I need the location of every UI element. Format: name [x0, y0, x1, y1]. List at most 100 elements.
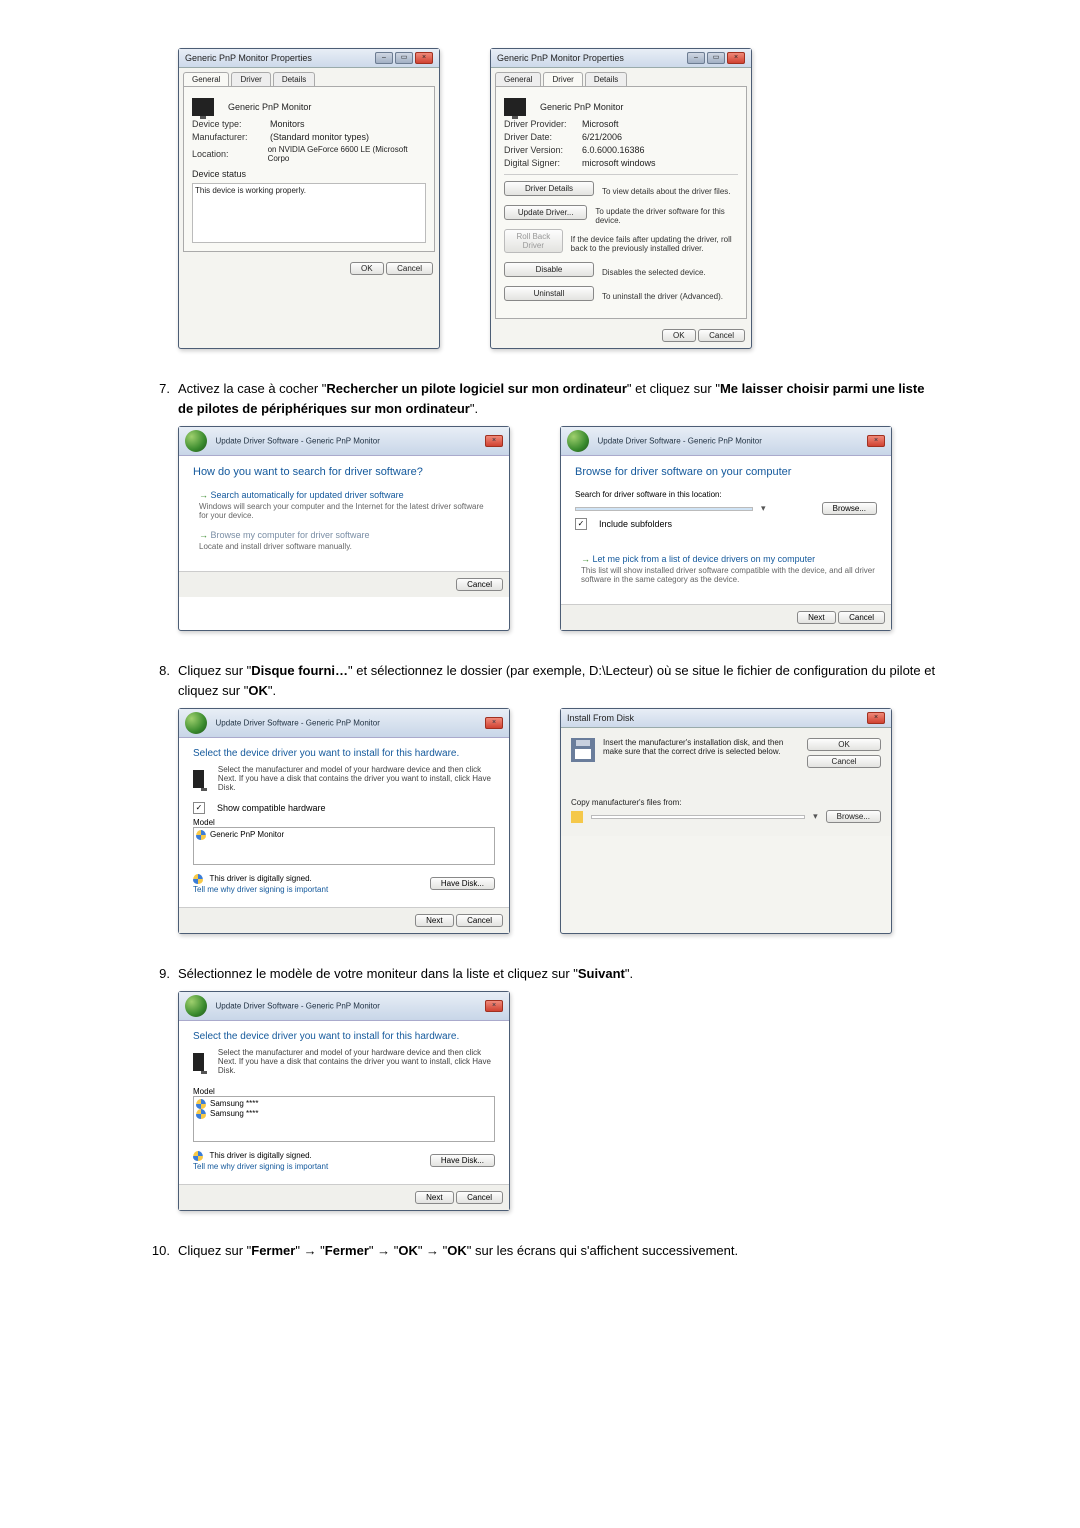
cancel-button[interactable]: Cancel [838, 611, 885, 624]
close-icon[interactable]: × [415, 52, 433, 64]
cancel-button[interactable]: Cancel [456, 914, 503, 927]
update-driver-desc: To update the driver software for this d… [595, 207, 738, 225]
back-icon[interactable] [567, 430, 589, 452]
next-button[interactable]: Next [415, 914, 453, 927]
monitor-icon [193, 770, 204, 788]
driver-version-value: 6.0.6000.16386 [582, 145, 645, 155]
step-text: Cliquez sur "Disque fourni…" et sélectio… [178, 661, 940, 700]
dialog-title: Install From Disk [567, 713, 634, 723]
wizard-title: Update Driver Software - Generic PnP Mon… [216, 718, 380, 727]
maximize-icon[interactable]: ▭ [395, 52, 413, 64]
wizard-heading: Select the device driver you want to ins… [193, 748, 459, 759]
step-number: 7. [140, 381, 178, 396]
update-driver-button[interactable]: Update Driver... [504, 205, 587, 220]
step-number: 8. [140, 663, 178, 678]
wizard-select-driver-1: Update Driver Software - Generic PnP Mon… [178, 708, 510, 934]
option-browse[interactable]: → Browse my computer for driver software… [199, 530, 495, 551]
disable-button[interactable]: Disable [504, 262, 594, 277]
driver-details-desc: To view details about the driver files. [602, 187, 731, 196]
close-icon[interactable]: × [867, 435, 885, 447]
floppy-icon [571, 738, 595, 762]
model-list[interactable]: Samsung **** Samsung **** [193, 1096, 495, 1142]
cancel-button[interactable]: Cancel [456, 1191, 503, 1204]
option-auto-search[interactable]: → Search automatically for updated drive… [199, 490, 495, 520]
close-icon[interactable]: × [867, 712, 885, 724]
browse-button[interactable]: Browse... [822, 502, 877, 515]
include-subfolders-label: Include subfolders [599, 519, 672, 529]
have-disk-button[interactable]: Have Disk... [430, 877, 495, 890]
show-compatible-checkbox[interactable]: ✓ [193, 802, 205, 814]
cancel-button[interactable]: Cancel [698, 329, 745, 342]
driver-version-label: Driver Version: [504, 145, 574, 155]
tab-driver[interactable]: Driver [231, 72, 270, 86]
tab-details[interactable]: Details [585, 72, 627, 86]
browse-button[interactable]: Browse... [826, 810, 881, 823]
figures-step6: Generic PnP Monitor Properties – ▭ × Gen… [140, 48, 940, 349]
search-location-label: Search for driver software in this locat… [575, 490, 877, 499]
wizard-heading: Browse for driver software on your compu… [575, 466, 877, 478]
signer-label: Digital Signer: [504, 158, 574, 168]
close-icon[interactable]: × [485, 1000, 503, 1012]
provider-value: Microsoft [582, 119, 619, 129]
minimize-icon[interactable]: – [375, 52, 393, 64]
signed-text: This driver is digitally signed. [210, 1151, 312, 1160]
have-disk-button[interactable]: Have Disk... [430, 1154, 495, 1167]
device-status-box: This device is working properly. [192, 183, 426, 243]
tab-general[interactable]: General [183, 72, 229, 86]
option-pick-from-list[interactable]: → Let me pick from a list of device driv… [581, 554, 877, 584]
ok-button[interactable]: OK [807, 738, 881, 751]
device-type-value: Monitors [270, 119, 305, 129]
wizard-title: Update Driver Software - Generic PnP Mon… [216, 1002, 380, 1011]
tab-details[interactable]: Details [273, 72, 315, 86]
back-icon[interactable] [185, 995, 207, 1017]
back-icon[interactable] [185, 430, 207, 452]
model-list[interactable]: Generic PnP Monitor [193, 827, 495, 865]
rollback-button: Roll Back Driver [504, 229, 563, 253]
shield-icon [196, 830, 206, 840]
back-icon[interactable] [185, 712, 207, 734]
uninstall-button[interactable]: Uninstall [504, 286, 594, 301]
shield-icon [196, 1099, 206, 1109]
tab-general[interactable]: General [495, 72, 541, 86]
manufacturer-label: Manufacturer: [192, 132, 262, 142]
monitor-icon [193, 1053, 204, 1071]
dialog-title: Generic PnP Monitor Properties [497, 53, 624, 63]
dialog-title: Generic PnP Monitor Properties [185, 53, 312, 63]
close-icon[interactable]: × [485, 717, 503, 729]
cancel-button[interactable]: Cancel [807, 755, 881, 768]
wizard-select-driver-2: Update Driver Software - Generic PnP Mon… [178, 991, 510, 1211]
step-text: Activez la case à cocher "Rechercher un … [178, 379, 940, 418]
next-button[interactable]: Next [415, 1191, 453, 1204]
step-text: Cliquez sur "Fermer" → "Fermer" → "OK" →… [178, 1241, 738, 1261]
uninstall-desc: To uninstall the driver (Advanced). [602, 292, 723, 301]
tab-driver[interactable]: Driver [543, 72, 582, 86]
monitor-icon [192, 98, 214, 116]
path-input[interactable] [591, 815, 805, 819]
driver-signing-link[interactable]: Tell me why driver signing is important [193, 885, 328, 894]
next-button[interactable]: Next [797, 611, 835, 624]
maximize-icon[interactable]: ▭ [707, 52, 725, 64]
include-subfolders-checkbox[interactable]: ✓ [575, 518, 587, 530]
cancel-button[interactable]: Cancel [386, 262, 433, 275]
manufacturer-value: (Standard monitor types) [270, 132, 369, 142]
location-input[interactable] [575, 507, 753, 511]
minimize-icon[interactable]: – [687, 52, 705, 64]
cancel-button[interactable]: Cancel [456, 578, 503, 591]
device-name: Generic PnP Monitor [540, 102, 623, 112]
step-number: 9. [140, 966, 178, 981]
ok-button[interactable]: OK [350, 262, 384, 275]
step-9: 9. Sélectionnez le modèle de votre monit… [140, 964, 940, 1211]
close-icon[interactable]: × [727, 52, 745, 64]
driver-details-button[interactable]: Driver Details [504, 181, 594, 196]
close-icon[interactable]: × [485, 435, 503, 447]
ok-button[interactable]: OK [662, 329, 696, 342]
model-header: Model [193, 818, 495, 827]
location-value: on NVIDIA GeForce 6600 LE (Microsoft Cor… [268, 145, 426, 163]
driver-signing-link[interactable]: Tell me why driver signing is important [193, 1162, 328, 1171]
disable-desc: Disables the selected device. [602, 268, 706, 277]
device-status-label: Device status [192, 169, 426, 179]
step-8: 8. Cliquez sur "Disque fourni…" et sélec… [140, 661, 940, 934]
wizard-heading: Select the device driver you want to ins… [193, 1031, 459, 1042]
wizard-heading: How do you want to search for driver sof… [193, 466, 495, 478]
step-10: 10. Cliquez sur "Fermer" → "Fermer" → "O… [140, 1241, 940, 1261]
